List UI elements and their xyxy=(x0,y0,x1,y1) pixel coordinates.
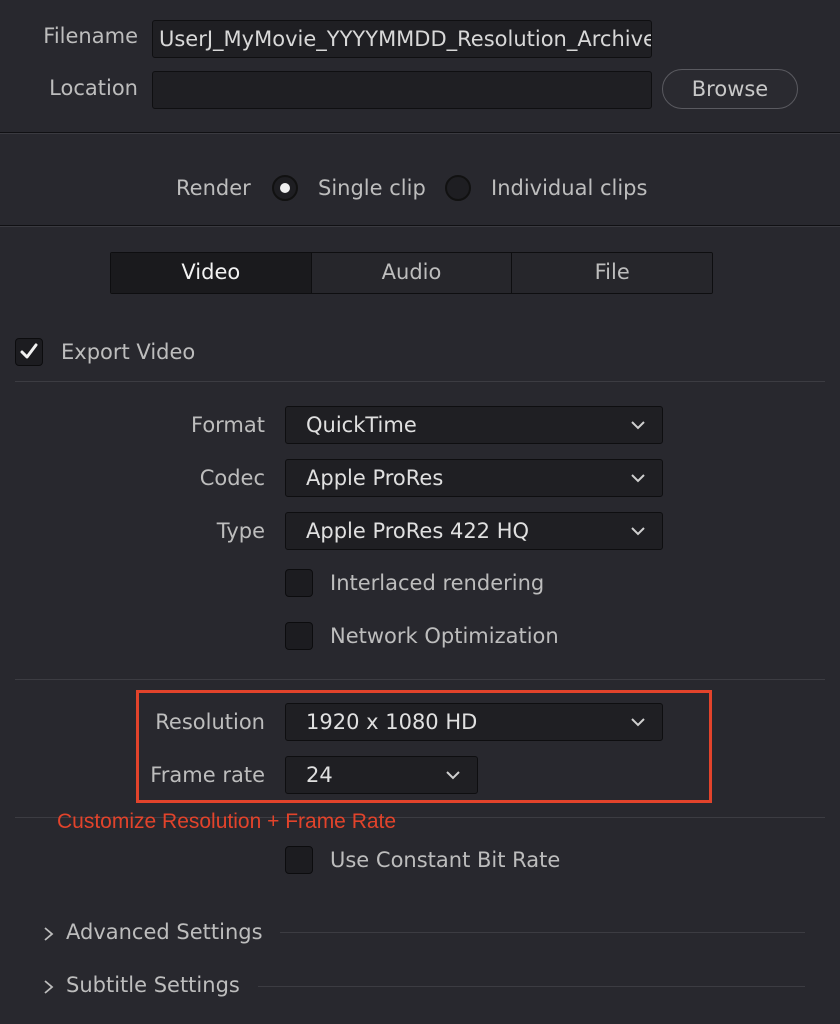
highlight-box xyxy=(136,690,712,803)
tab-video[interactable]: Video xyxy=(111,253,312,293)
codec-value: Apple ProRes xyxy=(306,466,444,490)
advanced-settings-line xyxy=(280,932,805,933)
checkmark-icon xyxy=(20,343,38,359)
divider-top xyxy=(0,132,840,134)
format-select[interactable]: QuickTime xyxy=(285,406,663,444)
render-label: Render xyxy=(176,176,251,200)
divider-resolution xyxy=(15,679,825,680)
filename-input[interactable]: UserJ_MyMovie_YYYYMMDD_Resolution_Archiv… xyxy=(152,20,652,58)
individual-clips-label[interactable]: Individual clips xyxy=(491,176,647,200)
subtitle-settings-line xyxy=(258,986,805,987)
chevron-down-icon xyxy=(631,474,645,483)
constant-bitrate-checkbox[interactable] xyxy=(285,846,313,874)
chevron-down-icon xyxy=(631,421,645,430)
settings-tabs: Video Audio File xyxy=(110,252,713,294)
single-clip-radio[interactable] xyxy=(272,175,298,201)
chevron-right-icon xyxy=(44,980,54,994)
type-select[interactable]: Apple ProRes 422 HQ xyxy=(285,512,663,550)
export-video-label: Export Video xyxy=(61,340,196,364)
browse-button[interactable]: Browse xyxy=(662,69,798,109)
interlaced-label: Interlaced rendering xyxy=(330,571,545,595)
interlaced-checkbox[interactable] xyxy=(285,569,313,597)
annotation-text: Customize Resolution + Frame Rate xyxy=(57,810,397,833)
tab-audio[interactable]: Audio xyxy=(311,253,513,293)
single-clip-label[interactable]: Single clip xyxy=(318,176,426,200)
advanced-settings-expander[interactable]: Advanced Settings xyxy=(42,918,272,948)
subtitle-settings-expander[interactable]: Subtitle Settings xyxy=(42,971,252,1001)
format-value: QuickTime xyxy=(306,413,417,437)
constant-bitrate-label: Use Constant Bit Rate xyxy=(330,848,561,872)
network-optimization-checkbox[interactable] xyxy=(285,622,313,650)
format-label: Format xyxy=(190,413,265,437)
subtitle-settings-label: Subtitle Settings xyxy=(66,973,240,997)
location-label: Location xyxy=(49,76,138,100)
chevron-down-icon xyxy=(631,527,645,536)
location-input[interactable] xyxy=(152,71,652,109)
individual-clips-radio[interactable] xyxy=(445,175,471,201)
codec-select[interactable]: Apple ProRes xyxy=(285,459,663,497)
type-value: Apple ProRes 422 HQ xyxy=(306,519,530,543)
network-optimization-label: Network Optimization xyxy=(330,624,559,648)
advanced-settings-label: Advanced Settings xyxy=(66,920,263,944)
type-label: Type xyxy=(216,519,265,543)
filename-label: Filename xyxy=(43,24,138,48)
chevron-right-icon xyxy=(44,927,54,941)
tab-file[interactable]: File xyxy=(512,253,712,293)
divider-render xyxy=(0,225,840,227)
export-video-checkbox[interactable] xyxy=(15,338,43,366)
codec-label: Codec xyxy=(199,466,265,490)
divider-export xyxy=(15,381,825,382)
